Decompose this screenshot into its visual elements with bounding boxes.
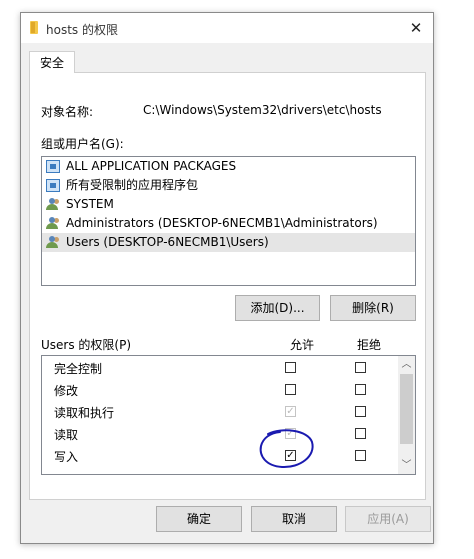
list-item-label: Administrators (DESKTOP-6NECMB1\Administ… (66, 216, 378, 230)
list-item[interactable]: SYSTEM (42, 195, 415, 214)
close-icon[interactable]: ✕ (407, 19, 425, 37)
list-item-label: 所有受限制的应用程序包 (66, 178, 199, 192)
permission-name: 读取和执行 (54, 406, 115, 420)
allow-header: 允许 (290, 338, 315, 352)
remove-button[interactable]: 删除(R) (330, 295, 416, 321)
ok-button[interactable]: 确定 (156, 506, 242, 532)
permission-name: 写入 (54, 450, 79, 464)
add-button[interactable]: 添加(D)... (235, 295, 320, 321)
permission-row: 完全控制 (42, 358, 398, 380)
permission-row: 写入 ✓ (42, 446, 398, 468)
permission-row: 读取 ✓ (42, 424, 398, 446)
package-icon (46, 179, 60, 192)
deny-checkbox[interactable] (355, 384, 366, 395)
annotation-circle (259, 429, 314, 469)
deny-checkbox[interactable] (355, 428, 366, 439)
list-item[interactable]: 所有受限制的应用程序包 (42, 176, 415, 195)
users-icon (46, 217, 60, 230)
list-item-label: Users (DESKTOP-6NECMB1\Users) (66, 235, 269, 249)
folder-icon (30, 21, 38, 34)
allow-checkbox[interactable] (285, 362, 296, 373)
permission-name: 读取 (54, 428, 79, 442)
apply-button[interactable]: 应用(A) (345, 506, 431, 532)
permissions-dialog: hosts 的权限 ✕ 安全 对象名称: C:\Windows\System32… (20, 12, 434, 544)
title-bar[interactable]: hosts 的权限 ✕ (21, 13, 433, 43)
security-panel: 对象名称: C:\Windows\System32\drivers\etc\ho… (29, 72, 426, 500)
users-icon (46, 198, 60, 211)
permission-name: 修改 (54, 384, 79, 398)
permission-name: 完全控制 (54, 362, 103, 376)
permissions-list: 完全控制 修改 读取和执行 ✓ 读取 ✓ 写入 ✓ ︿ ﹀ (41, 355, 416, 475)
scroll-thumb[interactable] (400, 374, 413, 444)
users-icon (46, 236, 60, 249)
permissions-title: Users 的权限(P) (41, 338, 132, 352)
vertical-scrollbar[interactable]: ︿ ﹀ (398, 356, 415, 474)
object-name-value: C:\Windows\System32\drivers\etc\hosts (143, 103, 382, 117)
list-item-selected[interactable]: Users (DESKTOP-6NECMB1\Users) (42, 233, 415, 252)
allow-checkbox[interactable] (285, 384, 296, 395)
cancel-button[interactable]: 取消 (251, 506, 337, 532)
list-item[interactable]: ALL APPLICATION PACKAGES (42, 157, 415, 176)
chevron-down-icon[interactable]: ﹀ (398, 457, 415, 474)
group-list-label: 组或用户名(G): (41, 137, 124, 151)
group-user-list[interactable]: ALL APPLICATION PACKAGES 所有受限制的应用程序包 SYS… (41, 156, 416, 286)
list-item-label: ALL APPLICATION PACKAGES (66, 159, 237, 173)
deny-checkbox[interactable] (355, 450, 366, 461)
permission-row: 读取和执行 ✓ (42, 402, 398, 424)
deny-checkbox[interactable] (355, 406, 366, 417)
list-item-label: SYSTEM (66, 197, 114, 211)
tab-security[interactable]: 安全 (29, 51, 75, 73)
list-item[interactable]: Administrators (DESKTOP-6NECMB1\Administ… (42, 214, 415, 233)
window-title: hosts 的权限 (46, 23, 118, 37)
object-name-label: 对象名称: (41, 105, 94, 119)
deny-header: 拒绝 (357, 338, 382, 352)
package-icon (46, 160, 60, 173)
deny-checkbox[interactable] (355, 362, 366, 373)
chevron-up-icon[interactable]: ︿ (398, 356, 415, 373)
permission-row: 修改 (42, 380, 398, 402)
allow-checkbox[interactable]: ✓ (285, 406, 296, 417)
